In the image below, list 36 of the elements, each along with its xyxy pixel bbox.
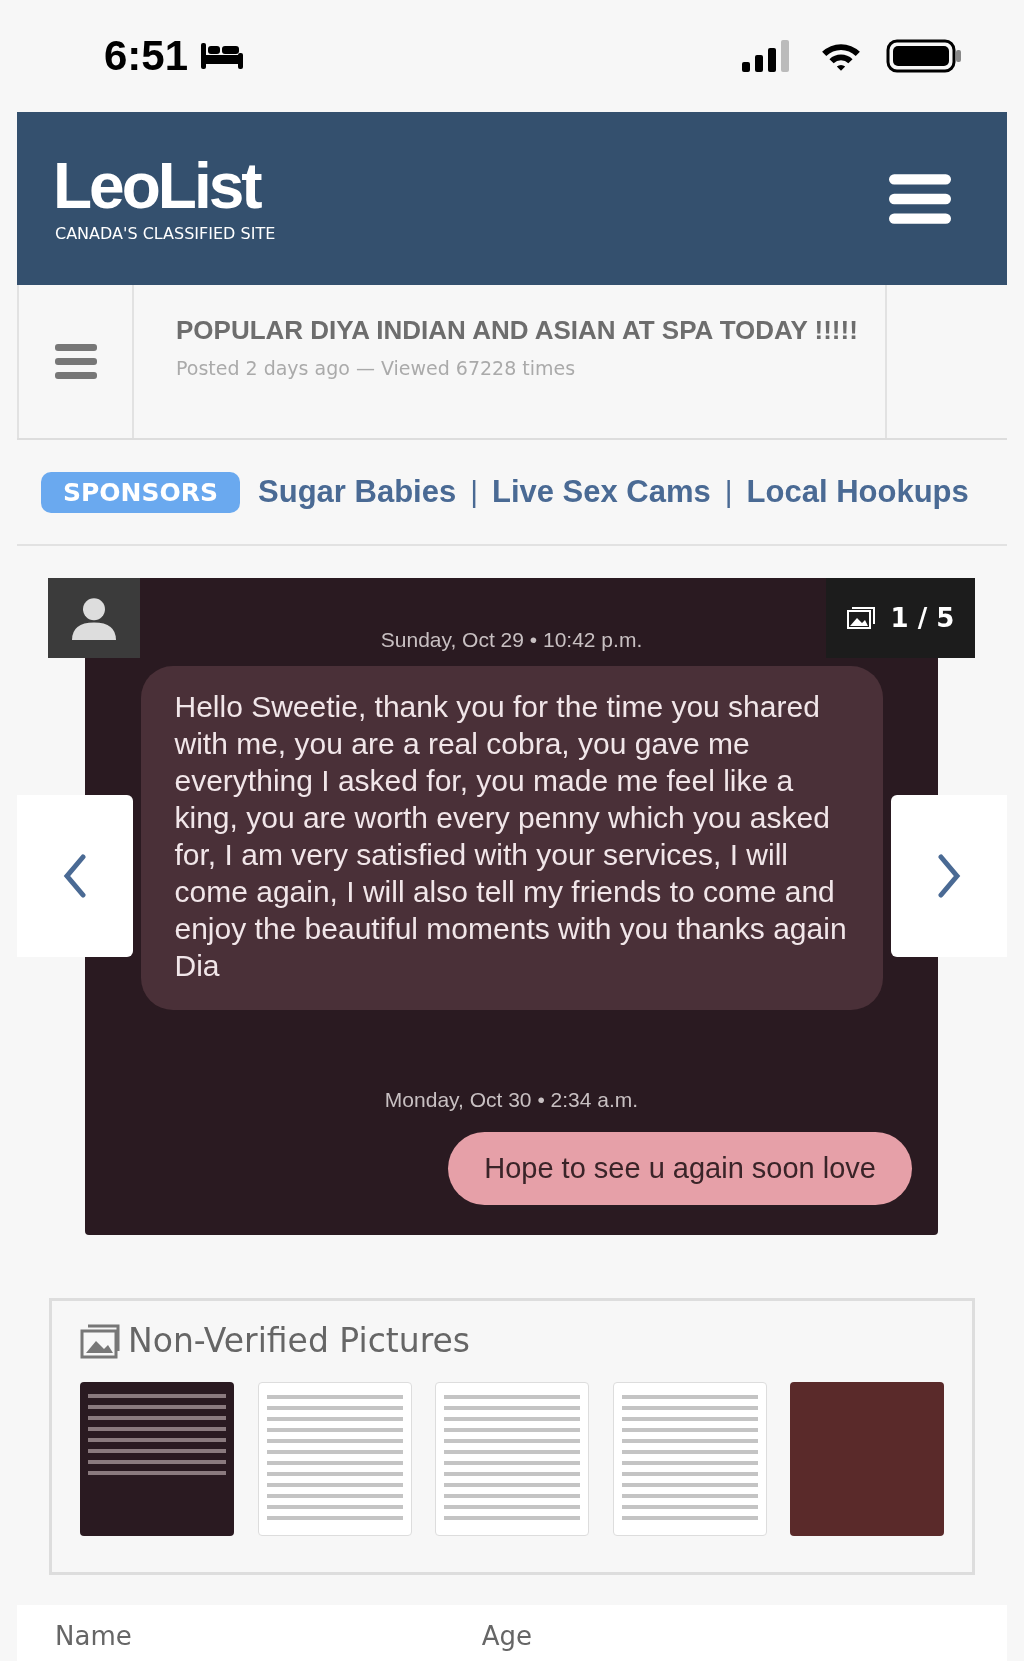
link-separator: | — [470, 475, 478, 509]
bed-icon — [200, 43, 245, 69]
person-icon — [72, 596, 116, 640]
previous-button[interactable] — [17, 795, 133, 957]
sponsor-link[interactable]: Live Sex Cams — [491, 474, 711, 510]
link-separator: | — [724, 475, 733, 509]
status-time: 6:51 — [104, 32, 189, 80]
chevron-right-icon — [937, 854, 961, 898]
photo-placeholder[interactable] — [790, 1382, 944, 1536]
menu-icon[interactable] — [54, 343, 97, 380]
section-title: Non-Verified Pictures — [128, 1321, 471, 1360]
user-avatar[interactable] — [48, 578, 140, 658]
chevron-left-icon — [63, 854, 87, 898]
sent-message: Hope to see u again soon love — [448, 1132, 912, 1205]
site-tagline: CANADA'S CLASSIFIED SITE — [55, 224, 276, 243]
screenshot-thumbnail[interactable] — [257, 1382, 412, 1536]
screenshot-thumbnail[interactable] — [435, 1382, 589, 1536]
site-logo[interactable]: LeoList — [53, 154, 276, 218]
detail-label: Name — [55, 1621, 132, 1651]
sponsor-link[interactable]: Sugar Babies — [258, 474, 457, 510]
post-title: POPULAR DIYA INDIAN AND ASIAN AT SPA TODAY !!!!! — [176, 314, 859, 347]
sponsors-badge: SPONSORS — [41, 471, 241, 513]
battery-icon — [886, 39, 962, 73]
menu-icon[interactable] — [889, 173, 951, 224]
detail-label: Age — [481, 1621, 532, 1651]
chat-thumbnail[interactable] — [80, 1382, 234, 1536]
received-message: Hello Sweetie, thank you for the time you shared with me, you are a real cobra, you gave me everything I asked for, you made me feel like a king, you are worth every penny which you asked for, I am very satisfied with your services, I will come again, I will also tell my friends to come and enjoy the beautiful moments with you thanks again Dia — [140, 666, 883, 1010]
sponsor-link[interactable]: Local Hookups — [746, 474, 969, 510]
next-button[interactable] — [891, 795, 1007, 957]
counter-text: 1 / 5 — [890, 603, 955, 633]
chat-timestamp: Monday, Oct 30 • 2:34 a.m. — [384, 1088, 639, 1112]
pictures-icon — [80, 1322, 120, 1359]
chat-timestamp: Sunday, Oct 29 • 10:42 p.m. — [380, 628, 643, 652]
post-meta: Posted 2 days ago — Viewed 67228 times — [176, 357, 577, 379]
screenshot-thumbnail[interactable] — [612, 1382, 767, 1536]
pictures-icon — [846, 607, 875, 629]
